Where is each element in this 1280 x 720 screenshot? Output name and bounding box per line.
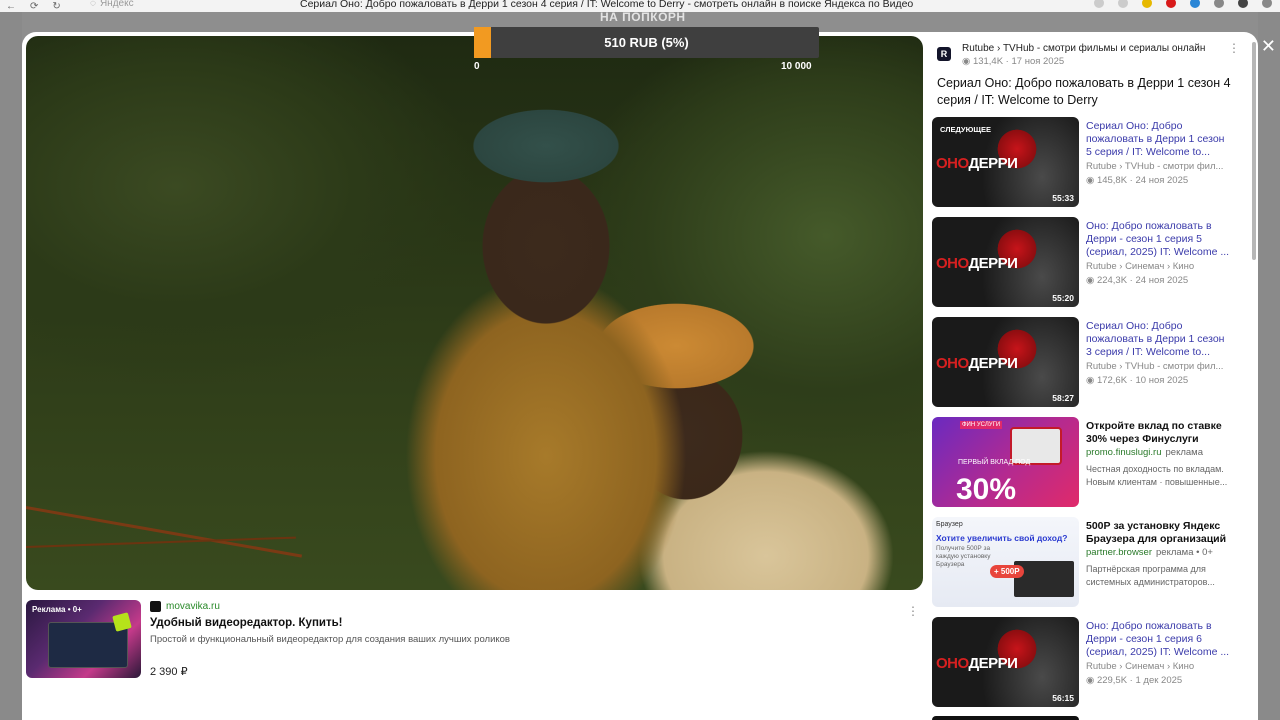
sticker-icon [112, 612, 132, 632]
extensions [1094, 0, 1272, 8]
shield-icon: ◌ [90, 0, 96, 9]
promo-question: Хотите увеличить свой доход? [936, 533, 1068, 543]
nav-buttons: ← ⟳ ↻ [0, 1, 61, 12]
promo-item[interactable]: Браузер Хотите увеличить свой доход? Пол… [932, 517, 1242, 609]
source-name[interactable]: Rutube › TVHub - смотри фильмы и сериалы… [962, 43, 1205, 54]
recommendation-views: ◉ 229,5K · 1 дек 2025 [1086, 675, 1183, 686]
promo-description: Партнёрская программа для системных адми… [1086, 564, 1215, 587]
recommendation-thumbnail[interactable]: ОНОДЕРРИ 55:20 [932, 217, 1079, 307]
duration-badge: 55:20 [1052, 293, 1074, 303]
ad-domain[interactable]: movavika.ru [166, 601, 220, 612]
thumb-logo: ОНОДЕРРИ [936, 255, 1018, 272]
video-player[interactable] [26, 36, 923, 590]
donation-max: 10 000 [781, 61, 812, 72]
views-eye-icon: ◉ [1086, 375, 1097, 386]
extension-icon[interactable] [1142, 0, 1152, 8]
promo-badge: ФИН УСЛУГИ [960, 421, 1003, 429]
recommendation-title[interactable]: Оно: Добро пожаловать в Дерри - сезон 1 … [1086, 620, 1231, 659]
recommendation-title[interactable]: Оно: Добро пожаловать в Дерри - сезон 1 … [1086, 220, 1231, 259]
ad-title[interactable]: Удобный видеоредактор. Купить! [150, 617, 343, 629]
source-meta: ◉ 131,4K · 17 ноя 2025 [962, 56, 1065, 67]
recommendation-item[interactable]: ОНОДЕРРИ 58:27 Сериал Оно: Добро пожалов… [932, 317, 1242, 409]
ad-price: 2 390 ₽ [150, 666, 188, 678]
download-icon[interactable] [1262, 0, 1272, 8]
views-eye-icon: ◉ [1086, 175, 1097, 186]
rutube-logo-icon: R [937, 47, 951, 61]
opera-icon[interactable] [1166, 0, 1176, 8]
duration-badge: 55:33 [1052, 193, 1074, 203]
duration-badge: 56:15 [1052, 693, 1074, 703]
recommendation-views: ◉ 172,6K · 10 ноя 2025 [1086, 375, 1189, 386]
scrollbar-thumb[interactable] [1252, 42, 1256, 260]
media-icon[interactable] [1238, 0, 1248, 8]
favicon-icon [150, 601, 161, 612]
back-arrow-icon[interactable]: ← [6, 1, 16, 12]
bookmark-icon[interactable] [1118, 0, 1128, 8]
promo-big-text: 30% [956, 473, 1017, 506]
next-badge: СЛЕДУЮЩЕЕ [940, 125, 991, 134]
address-bar[interactable]: ◌ Яндекс [90, 0, 134, 9]
ad-thumbnail[interactable]: Реклама • 0+ [26, 600, 141, 678]
close-icon[interactable]: ✕ [1261, 36, 1276, 57]
recommendation-title[interactable]: Сериал Оно: Добро пожаловать в Дерри 1 с… [1086, 320, 1231, 359]
recommendation-channel: Rutube › TVHub - смотри фил... [1086, 361, 1224, 372]
views-eye-icon: ◉ [1086, 275, 1097, 286]
recommendation-item[interactable]: ОНОДЕРРИ 55:20 Оно: Добро пожаловать в Д… [932, 217, 1242, 309]
fishing-rod [26, 506, 303, 558]
browser-header: Браузер [936, 521, 963, 528]
page-title: Сериал Оно: Добро пожаловать в Дерри 1 с… [300, 0, 914, 10]
extension-icon[interactable] [1190, 0, 1200, 8]
duration-badge: 58:27 [1052, 393, 1074, 403]
forward-arrow-icon[interactable]: ⟳ [30, 1, 38, 12]
puzzle-icon[interactable] [1214, 0, 1224, 8]
recommendation-channel: Rutube › Синемач › Кино [1086, 261, 1195, 272]
recommendation-views: ◉ 145,8K · 24 ноя 2025 [1086, 175, 1189, 186]
promo-small-text: ПЕРВЫЙ ВКЛАД ПОД [958, 459, 1031, 466]
promo-thumbnail[interactable]: Браузер Хотите увеличить свой доход? Пол… [932, 517, 1079, 607]
menu-more-icon[interactable]: ⋮ [1228, 41, 1240, 55]
recommendation-channel: Rutube › Синемач › Кино [1086, 661, 1195, 672]
ad-tag: Реклама • 0+ [32, 605, 82, 614]
promo-item[interactable]: ФИН УСЛУГИ ПЕРВЫЙ ВКЛАД ПОД 30% Откройте… [932, 417, 1242, 509]
menu-more-icon[interactable]: ⋮ [907, 604, 919, 618]
video-title: Сериал Оно: Добро пожаловать в Дерри 1 с… [937, 76, 1231, 107]
promo-domain[interactable]: partner.browser реклама • 0+ [1086, 547, 1213, 558]
promo-description: Честная доходность по вкладам. Новым кли… [1086, 464, 1228, 487]
thumb-logo: ОНОДЕРРИ [936, 155, 1018, 172]
thumb-logo: ОНОДЕРРИ [936, 355, 1018, 372]
promo-title[interactable]: Откройте вклад по ставке 30% через Финус… [1086, 420, 1231, 446]
promo-thumbnail[interactable]: ФИН УСЛУГИ ПЕРВЫЙ ВКЛАД ПОД 30% [932, 417, 1079, 507]
reload-icon[interactable]: ↻ [52, 1, 60, 12]
backdrop-left [0, 12, 22, 720]
thumb-logo: ОНОДЕРРИ [936, 655, 1018, 672]
views-eye-icon: ◉ [1086, 675, 1097, 686]
donation-min: 0 [474, 61, 480, 72]
backdrop-right [1258, 12, 1280, 720]
donation-progress-bar: 510 RUB (5%) [474, 27, 819, 58]
views-eye-icon: ◉ [962, 56, 973, 67]
address-text: Яндекс [99, 0, 134, 9]
recommendation-thumbnail-partial[interactable] [932, 716, 1079, 720]
recommendation-channel: Rutube › TVHub - смотри фил... [1086, 161, 1224, 172]
recommendation-thumbnail[interactable]: СЛЕДУЮЩЕЕ ОНОДЕРРИ 55:33 [932, 117, 1079, 207]
promo-domain[interactable]: promo.finuslugi.ru реклама [1086, 447, 1203, 458]
recommendation-item[interactable]: СЛЕДУЮЩЕЕ ОНОДЕРРИ 55:33 Сериал Оно: Доб… [932, 117, 1242, 209]
recommendation-item[interactable]: ОНОДЕРРИ 56:15 Оно: Добро пожаловать в Д… [932, 617, 1242, 709]
recommendation-views: ◉ 224,3K · 24 ноя 2025 [1086, 275, 1189, 286]
recommendation-title[interactable]: Сериал Оно: Добро пожаловать в Дерри 1 с… [1086, 120, 1231, 159]
menu-icon[interactable] [1094, 0, 1104, 8]
promo-title[interactable]: 500Р за установку Яндекс Браузера для ор… [1086, 520, 1231, 546]
recommendation-thumbnail[interactable]: ОНОДЕРРИ 56:15 [932, 617, 1079, 707]
ad-description: Простой и функциональный видеоредактор д… [150, 634, 510, 645]
stream-watermark: НА ПОПКОРН [600, 10, 686, 24]
donation-label: 510 RUB (5%) [604, 35, 689, 50]
monitor-image [1014, 561, 1074, 597]
recommendation-thumbnail[interactable]: ОНОДЕРРИ 58:27 [932, 317, 1079, 407]
promo-badge: + 500Р [990, 565, 1024, 578]
